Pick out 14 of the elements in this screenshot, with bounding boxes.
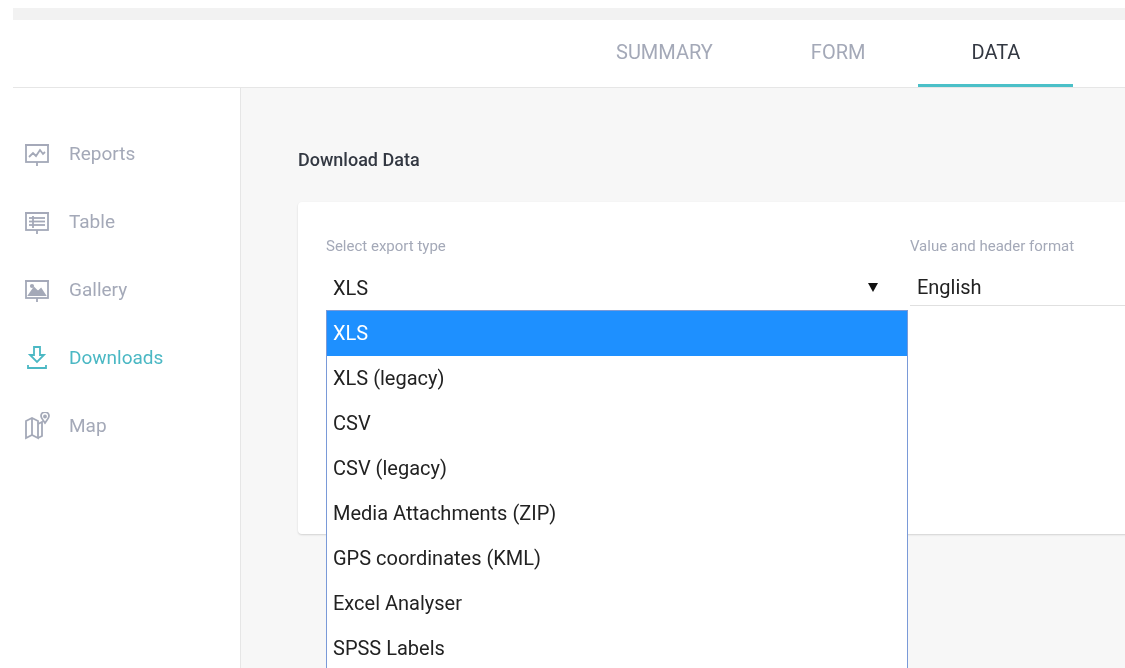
section-title: Download Data <box>298 148 421 172</box>
field-label: Value and header format <box>909 236 1076 257</box>
dropdown-option[interactable]: XLS (legacy) <box>327 355 907 401</box>
dropdown-option[interactable]: Excel Analyser <box>327 580 907 626</box>
format-select[interactable]: English <box>909 269 1125 306</box>
dropdown-option[interactable]: CSV (legacy) <box>327 445 907 491</box>
dropdown-option[interactable]: SPSS Labels <box>327 625 907 668</box>
map-pin-icon <box>23 412 51 440</box>
caret-icon <box>867 283 878 292</box>
dropdown-option[interactable]: GPS coordinates (KML) <box>327 535 907 581</box>
export-type-select[interactable]: XLS <box>326 269 885 306</box>
field-label: Select export type <box>326 236 447 257</box>
dropdown-option[interactable]: CSV <box>327 400 907 446</box>
dropdown-option[interactable]: Media Attachments (ZIP) <box>327 490 907 536</box>
